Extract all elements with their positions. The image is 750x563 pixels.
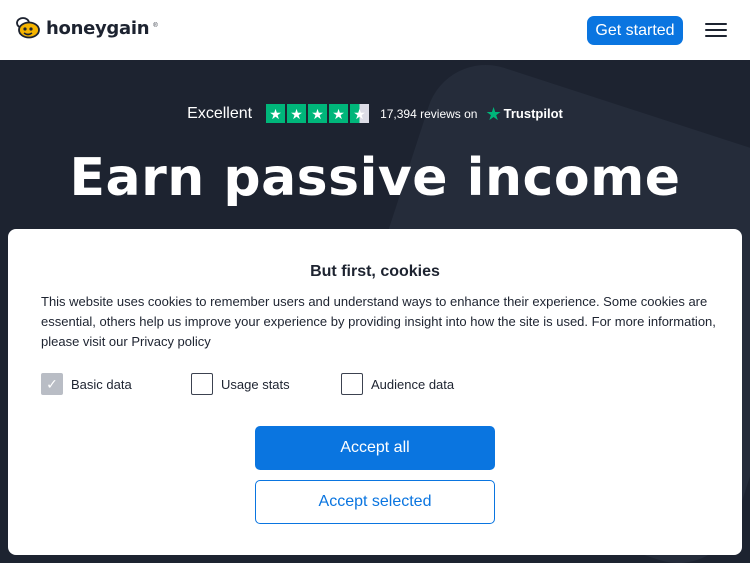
trustpilot-rating[interactable]: Excellent ★ ★ ★ ★ ★ 17,394 reviews on ★ … <box>0 104 750 123</box>
cookie-options: ✓ Basic data Usage stats Audience data <box>41 373 721 395</box>
reviews-count: 17,394 reviews on <box>380 106 478 121</box>
star-icon: ★ <box>266 104 286 123</box>
option-label: Audience data <box>371 376 455 392</box>
checkbox-checked-icon[interactable]: ✓ <box>41 373 63 395</box>
trustpilot-star-icon: ★ <box>485 103 502 124</box>
rating-label: Excellent <box>187 104 253 122</box>
usage-stats-option[interactable]: Usage stats <box>191 373 290 395</box>
hamburger-menu-icon[interactable] <box>705 20 727 40</box>
checkbox-icon[interactable] <box>191 373 213 395</box>
trustpilot-logo: ★ Trustpilot <box>485 105 562 123</box>
registered-mark: ® <box>153 23 158 29</box>
get-started-button[interactable]: Get started <box>587 16 683 45</box>
star-icon: ★ <box>329 104 349 123</box>
trustpilot-label: Trustpilot <box>503 106 563 121</box>
honeygain-logo[interactable]: honeygain ® <box>14 16 158 40</box>
menu-bar <box>705 35 727 37</box>
cookie-consent-dialog: But first, cookies This website uses coo… <box>8 229 742 555</box>
cookie-dialog-title: But first, cookies <box>310 263 440 280</box>
menu-bar <box>705 23 727 25</box>
bee-icon <box>16 17 40 39</box>
accept-selected-button[interactable]: Accept selected <box>255 480 495 524</box>
site-header: honeygain ® Get started <box>0 0 750 60</box>
logo-text: honeygain <box>46 17 150 39</box>
accept-all-button[interactable]: Accept all <box>255 426 495 470</box>
menu-bar <box>705 29 727 31</box>
checkbox-icon[interactable] <box>341 373 363 395</box>
option-label: Usage stats <box>221 376 290 392</box>
half-star-icon: ★ <box>350 104 370 123</box>
basic-data-option[interactable]: ✓ Basic data <box>41 373 132 395</box>
audience-data-option[interactable]: Audience data <box>341 373 454 395</box>
cookie-dialog-text: This website uses cookies to remember us… <box>41 294 716 349</box>
star-icon: ★ <box>308 104 328 123</box>
option-label: Basic data <box>71 376 132 392</box>
rating-stars: ★ ★ ★ ★ ★ <box>266 104 370 123</box>
hero-headline: Earn passive income <box>69 148 681 208</box>
star-icon: ★ <box>287 104 307 123</box>
